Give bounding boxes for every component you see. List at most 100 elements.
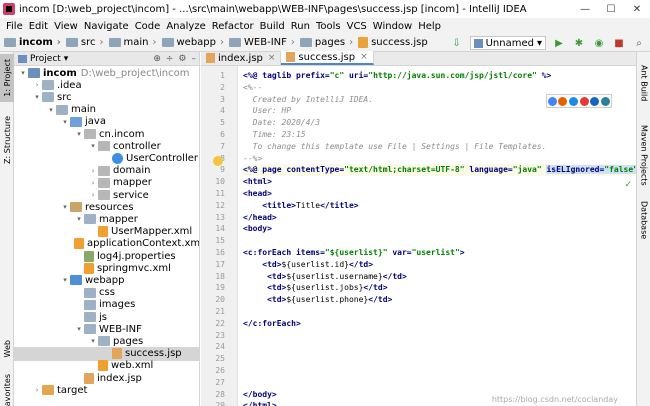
editor-tab[interactable]: index.jsp × — [201, 51, 282, 65]
maximize-button[interactable]: ☐ — [598, 0, 624, 18]
menu-build[interactable]: Build — [257, 21, 288, 32]
collapse-all-icon[interactable]: ÷ — [166, 54, 174, 64]
breadcrumb-item[interactable]: pages › — [299, 37, 358, 48]
tab-favorites[interactable]: avorites — [0, 374, 14, 406]
editor-tab[interactable]: success.jsp × — [281, 51, 374, 65]
breadcrumb-item[interactable]: src › — [65, 37, 109, 48]
chevron-down-icon[interactable]: ▾ — [74, 130, 84, 138]
code-line[interactable]: <td>${userlist.id}</td> — [243, 259, 636, 271]
close-button[interactable]: ✕ — [624, 0, 650, 18]
safari-icon[interactable] — [569, 96, 579, 106]
breadcrumb-item[interactable]: success.jsp — [358, 37, 428, 48]
chevron-down-icon[interactable]: ▾ — [88, 142, 98, 150]
jsp-file-icon — [112, 348, 122, 360]
code-line[interactable]: </c:forEach> — [243, 318, 636, 330]
chevron-down-icon[interactable]: ▾ — [64, 54, 69, 64]
menu-file[interactable]: File — [3, 21, 26, 32]
intention-bulb-icon[interactable] — [213, 156, 223, 166]
chevron-right-icon[interactable]: › — [88, 191, 98, 199]
menu-analyze[interactable]: Analyze — [163, 21, 208, 32]
breadcrumb-item[interactable]: incom › — [4, 37, 66, 48]
menu-help[interactable]: Help — [415, 21, 444, 32]
tab-project[interactable]: 1: Project — [0, 54, 14, 102]
menu-edit[interactable]: Edit — [26, 21, 51, 32]
chevron-right-icon[interactable]: › — [32, 386, 42, 394]
tab-maven-projects[interactable]: Maven Projects — [637, 120, 650, 190]
code-line[interactable]: <%@ taglib prefix="c" uri="http://java.s… — [243, 70, 636, 82]
ie-icon[interactable] — [590, 96, 600, 106]
code-line[interactable]: <%-- — [243, 82, 636, 94]
menu-refactor[interactable]: Refactor — [209, 21, 257, 32]
menu-run[interactable]: Run — [288, 21, 313, 32]
code-text[interactable]: <%@ taglib prefix="c" uri="http://java.s… — [243, 66, 648, 406]
menu-view[interactable]: View — [51, 21, 81, 32]
debug-icon[interactable]: ✱ — [572, 36, 586, 50]
code-line[interactable] — [243, 377, 636, 389]
chrome-icon[interactable] — [547, 96, 557, 106]
code-line[interactable]: Date: 2020/4/3 — [243, 117, 636, 129]
close-tab-icon[interactable]: × — [268, 53, 276, 63]
code-line[interactable]: <body> — [243, 223, 636, 235]
tab-web[interactable]: Web — [0, 338, 14, 360]
breadcrumb-item[interactable]: main › — [108, 37, 162, 48]
run-icon[interactable]: ▶ — [552, 36, 566, 50]
chevron-down-icon[interactable]: ▾ — [88, 337, 98, 345]
edge-icon[interactable] — [601, 96, 611, 106]
chevron-right-icon[interactable]: › — [32, 81, 42, 89]
code-line[interactable] — [243, 235, 636, 247]
line-number: 28 — [215, 389, 225, 399]
code-line[interactable]: --%> — [243, 153, 636, 165]
minimize-button[interactable]: — — [572, 0, 598, 18]
breadcrumb-item[interactable]: WEB-INF › — [229, 37, 300, 48]
code-line[interactable] — [243, 330, 636, 342]
menu-tools[interactable]: Tools — [313, 21, 344, 32]
chevron-down-icon[interactable]: ▾ — [18, 69, 28, 77]
code-area[interactable]: 1234567891011121314151617181920212223242… — [201, 66, 648, 406]
code-line[interactable]: <html> — [243, 176, 636, 188]
breadcrumb-item[interactable]: webapp › — [161, 37, 230, 48]
project-panel-title[interactable]: Project — [30, 54, 61, 64]
code-line[interactable]: Time: 23:15 — [243, 129, 636, 141]
chevron-down-icon[interactable]: ▾ — [74, 215, 84, 223]
stop-icon[interactable]: ■ — [612, 36, 626, 50]
menu-vcs[interactable]: VCS — [344, 21, 370, 32]
chevron-right-icon[interactable]: › — [88, 167, 98, 175]
code-line[interactable]: <c:forEach items="${userlist}" var="user… — [243, 247, 636, 259]
chevron-down-icon[interactable]: ▾ — [74, 325, 84, 333]
code-line[interactable] — [243, 365, 636, 377]
search-icon[interactable]: ⌕ — [632, 36, 646, 50]
opera-icon[interactable] — [579, 96, 589, 106]
build-hammer-icon[interactable]: ⇩ — [450, 36, 464, 50]
tab-ant-build[interactable]: Ant Build — [637, 60, 650, 106]
code-line[interactable]: </head> — [243, 212, 636, 224]
chevron-down-icon[interactable]: ▾ — [60, 203, 70, 211]
close-tab-icon[interactable]: × — [360, 52, 368, 62]
code-line[interactable]: <title>Title</title> — [243, 200, 636, 212]
chevron-down-icon[interactable]: ▾ — [60, 276, 70, 284]
menu-navigate[interactable]: Navigate — [81, 21, 132, 32]
tree-item[interactable]: › target — [14, 383, 199, 397]
gear-icon[interactable]: ⚙ — [178, 54, 186, 64]
code-line[interactable]: To change this template use File | Setti… — [243, 141, 636, 153]
code-line[interactable]: <td>${userlist.username}</td> — [243, 271, 636, 283]
chevron-down-icon[interactable]: ▾ — [60, 118, 70, 126]
code-line[interactable]: <td>${userlist.jobs}</td> — [243, 282, 636, 294]
chevron-right-icon[interactable]: › — [88, 179, 98, 187]
code-line[interactable]: <td>${userlist.phone}</td> — [243, 294, 636, 306]
code-line[interactable]: <head> — [243, 188, 636, 200]
menu-code[interactable]: Code — [132, 21, 164, 32]
firefox-icon[interactable] — [558, 96, 568, 106]
tab-database[interactable]: Database — [637, 198, 650, 242]
tab-structure[interactable]: Z: Structure — [0, 110, 14, 170]
chevron-down-icon[interactable]: ▾ — [32, 93, 42, 101]
menu-window[interactable]: Window — [370, 21, 415, 32]
code-line[interactable] — [243, 306, 636, 318]
run-configuration-select[interactable]: Unnamed ▾ — [469, 36, 546, 50]
locate-file-icon[interactable]: ⊕ — [153, 54, 161, 64]
code-line[interactable] — [243, 341, 636, 353]
chevron-down-icon[interactable]: ▾ — [46, 106, 56, 114]
coverage-icon[interactable]: ◉ — [592, 36, 606, 50]
code-line[interactable] — [243, 353, 636, 365]
code-line[interactable]: <%@ page contentType="text/html;charset=… — [243, 164, 648, 177]
hide-panel-icon[interactable]: – — [192, 54, 197, 64]
